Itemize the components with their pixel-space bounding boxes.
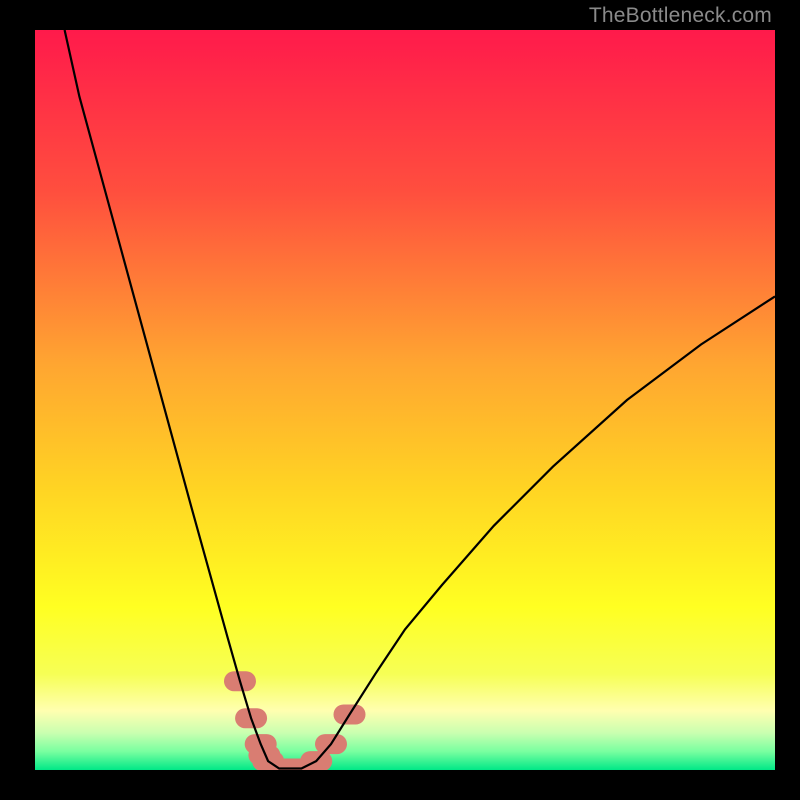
watermark-text: TheBottleneck.com: [589, 4, 772, 28]
highlight-markers: [234, 681, 356, 768]
bottleneck-curve: [65, 30, 775, 769]
plot-area: [35, 30, 775, 770]
chart-curve-layer: [35, 30, 775, 770]
chart-frame: TheBottleneck.com: [0, 0, 800, 800]
